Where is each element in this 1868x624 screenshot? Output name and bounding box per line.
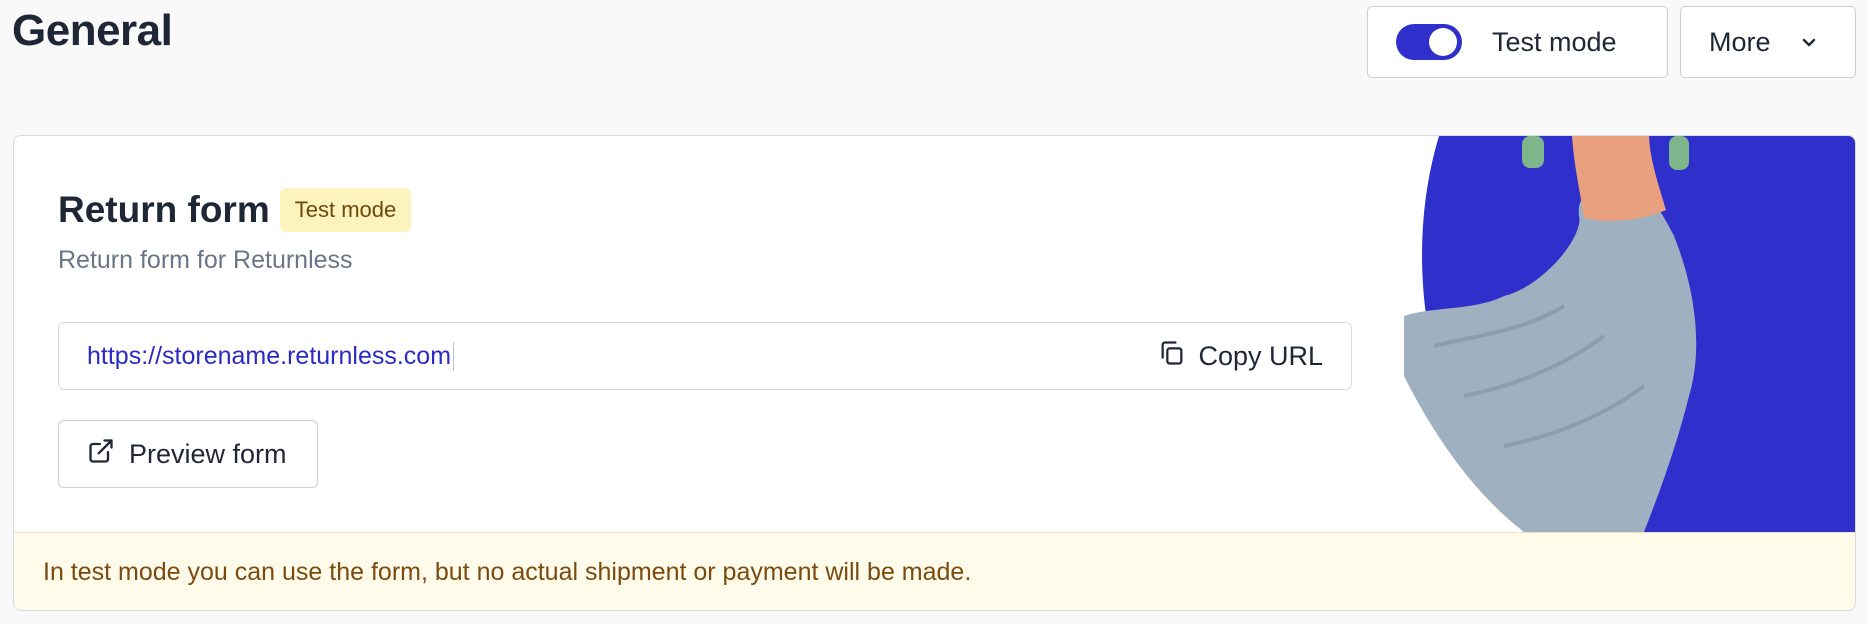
card-title: Return form <box>58 189 270 230</box>
copy-url-label: Copy URL <box>1198 340 1323 371</box>
chevron-down-icon <box>1797 30 1821 54</box>
copy-icon <box>1158 339 1186 374</box>
page-title: General <box>12 6 173 55</box>
form-url-field[interactable]: https://storename.returnless.com Copy UR… <box>58 322 1352 390</box>
preview-form-button[interactable]: Preview form <box>58 420 318 488</box>
toggle-knob <box>1429 28 1457 56</box>
test-mode-label: Test mode <box>1492 26 1617 57</box>
hero-illustration <box>1404 136 1855 533</box>
test-mode-notice: In test mode you can use the form, but n… <box>14 532 1855 610</box>
test-mode-toggle[interactable] <box>1396 24 1462 60</box>
test-mode-badge: Test mode <box>279 188 412 232</box>
header-actions: Test mode More <box>1367 6 1856 78</box>
test-mode-toggle-button[interactable]: Test mode <box>1367 6 1668 78</box>
card-subtitle: Return form for Returnless <box>58 246 353 274</box>
preview-form-label: Preview form <box>129 438 287 469</box>
copy-url-button[interactable]: Copy URL <box>1158 339 1323 374</box>
more-label: More <box>1709 26 1771 57</box>
more-button[interactable]: More <box>1680 6 1856 78</box>
card-title-row: Return form Test mode <box>58 188 412 232</box>
form-url-text[interactable]: https://storename.returnless.com <box>87 341 455 371</box>
external-link-icon <box>87 437 115 472</box>
return-form-card: Return form Test mode Return form for Re… <box>13 135 1856 611</box>
